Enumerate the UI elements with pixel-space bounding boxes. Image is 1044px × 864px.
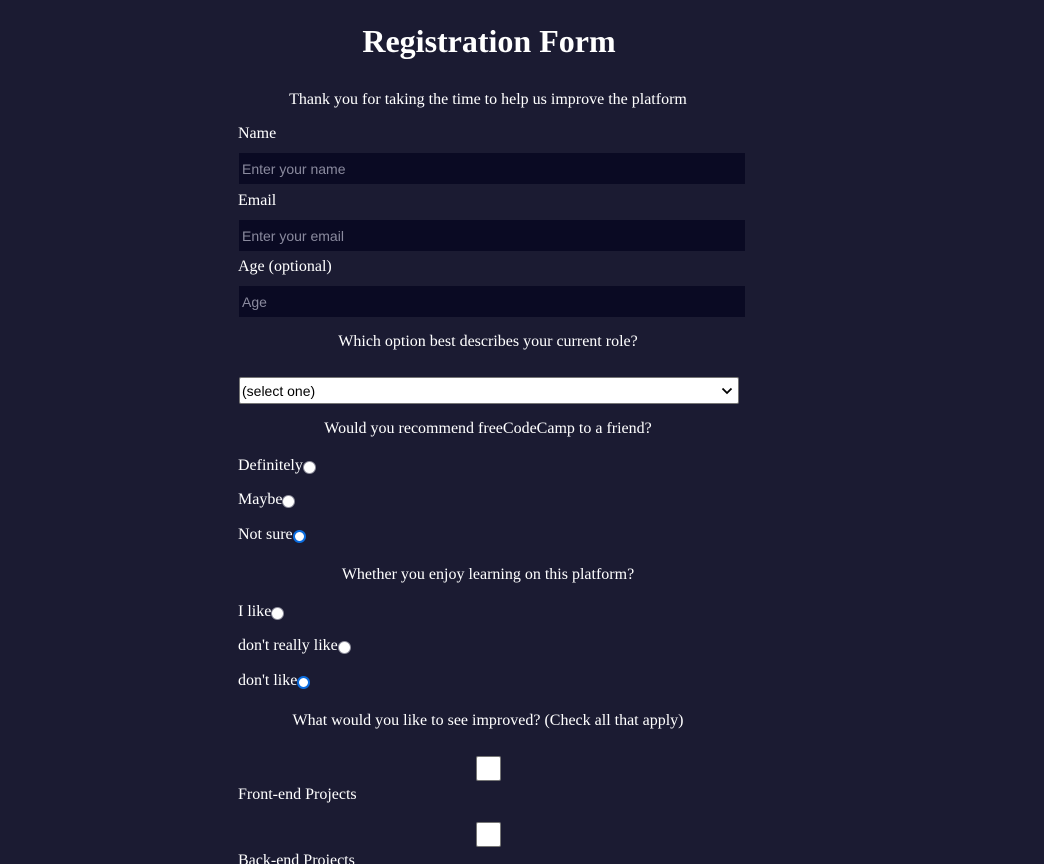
front-end-label: Front-end Projects xyxy=(238,786,357,803)
recommend-option-maybe[interactable]: Maybe xyxy=(238,491,296,509)
age-label: Age (optional) xyxy=(238,258,332,275)
radio-label: Definitely xyxy=(238,457,303,474)
radio-label: Not sure xyxy=(238,526,293,543)
radio-label: Maybe xyxy=(238,491,283,508)
enjoy-option-dont-like[interactable]: don't like xyxy=(238,672,311,690)
email-label: Email xyxy=(238,192,277,209)
radio-button-checked[interactable] xyxy=(292,530,306,543)
recommend-option-not-sure[interactable]: Not sure xyxy=(238,526,306,544)
age-input[interactable] xyxy=(239,286,745,317)
back-end-checkbox[interactable] xyxy=(476,822,501,847)
recommend-question: Would you recommend freeCodeCamp to a fr… xyxy=(324,420,652,437)
enjoy-question: Whether you enjoy learning on this platf… xyxy=(341,566,635,583)
role-question: Which option best describes your current… xyxy=(338,333,638,350)
radio-label: don't really like xyxy=(238,637,338,654)
name-label: Name xyxy=(238,125,277,142)
page-title: Registration Form xyxy=(362,23,616,59)
name-input[interactable] xyxy=(239,153,745,184)
radio-label: don't like xyxy=(238,672,298,689)
radio-button[interactable] xyxy=(337,641,351,654)
email-input[interactable] xyxy=(239,220,745,251)
registration-page: Registration Form Thank you for taking t… xyxy=(0,0,1044,864)
back-end-label: Back-end Projects xyxy=(238,852,355,864)
radio-button[interactable] xyxy=(282,495,296,508)
radio-button[interactable] xyxy=(302,461,316,474)
radio-button[interactable] xyxy=(271,607,285,620)
recommend-option-definitely[interactable]: Definitely xyxy=(238,457,316,475)
front-end-checkbox[interactable] xyxy=(476,756,501,781)
chevron-down-icon xyxy=(721,387,733,394)
form-description: Thank you for taking the time to help us… xyxy=(289,91,687,108)
role-select[interactable]: (select one) xyxy=(239,377,739,404)
enjoy-option-dont-really-like[interactable]: don't really like xyxy=(238,637,351,655)
role-select-value: (select one) xyxy=(242,382,316,399)
enjoy-option-like[interactable]: I like xyxy=(238,603,285,621)
improve-question: What would you like to see improved? (Ch… xyxy=(292,712,684,729)
radio-label: I like xyxy=(238,603,272,620)
radio-button-checked[interactable] xyxy=(297,676,311,689)
